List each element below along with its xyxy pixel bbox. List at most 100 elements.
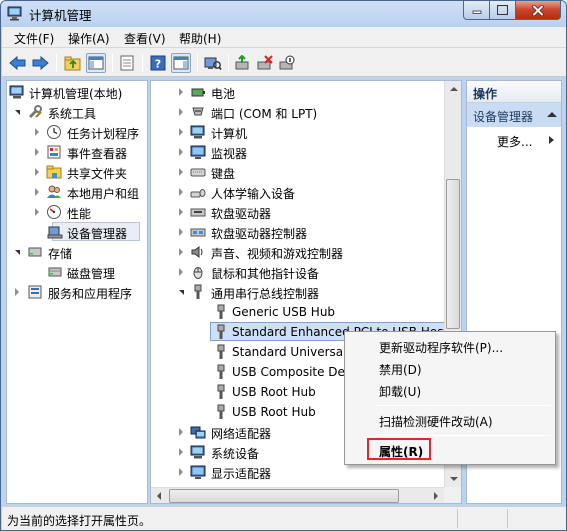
menu-bar: 文件(F) 操作(A) 查看(V) 帮助(H) <box>2 27 566 48</box>
scroll-right-icon[interactable] <box>434 492 438 500</box>
sound-icon <box>191 246 203 258</box>
expand-arrow-icon[interactable] <box>179 228 183 236</box>
expand-arrow-icon[interactable] <box>179 168 183 176</box>
scroll-down-icon[interactable] <box>450 477 458 481</box>
show-hide-tree-button[interactable] <box>86 53 106 73</box>
uninstall-icon <box>257 55 273 70</box>
submenu-arrow-icon <box>549 136 554 144</box>
usb-icon <box>194 284 202 299</box>
computer-management-icon <box>7 6 22 21</box>
disable-device-button[interactable] <box>277 53 297 73</box>
toolbar: ? <box>2 48 566 77</box>
expand-arrow-icon[interactable] <box>35 148 39 156</box>
forward-arrow-icon <box>32 55 49 71</box>
usb-device-icon <box>217 324 225 339</box>
menu-view[interactable]: 查看(V) <box>124 30 166 47</box>
context-uninstall[interactable]: 卸载(U) <box>379 383 421 400</box>
show-action-pane-button[interactable] <box>171 53 191 73</box>
minimize-icon <box>464 1 489 19</box>
action-pane-icon <box>173 56 189 70</box>
menu-file[interactable]: 文件(F) <box>14 30 54 47</box>
more-actions-link[interactable]: 更多... <box>497 133 532 150</box>
maximize-icon <box>490 1 515 19</box>
minimize-button[interactable] <box>463 1 490 20</box>
help-button[interactable]: ? <box>148 53 168 73</box>
collapse-section-icon[interactable] <box>547 112 557 117</box>
expand-arrow-icon[interactable] <box>15 288 19 296</box>
expand-arrow-icon[interactable] <box>15 110 20 115</box>
vertical-scroll-thumb[interactable] <box>446 179 460 329</box>
actions-section-device-manager[interactable]: 设备管理器 <box>467 103 561 127</box>
expand-arrow-icon[interactable] <box>179 128 183 136</box>
status-text: 为当前的选择打开属性页。 <box>7 514 152 528</box>
menu-help[interactable]: 帮助(H) <box>179 30 221 47</box>
monitor-icon <box>190 145 206 159</box>
context-scan-hardware[interactable]: 扫描检测硬件改动(A) <box>379 413 493 430</box>
expand-arrow-icon[interactable] <box>179 188 183 196</box>
list-icon <box>120 55 134 71</box>
services-icon <box>28 285 42 299</box>
svg-text:?: ? <box>155 58 161 71</box>
folder-up-icon <box>64 56 81 71</box>
context-separator <box>375 405 551 406</box>
storage-icon <box>28 247 42 257</box>
expand-arrow-icon[interactable] <box>35 168 39 176</box>
expand-arrow-icon[interactable] <box>35 128 39 136</box>
context-properties[interactable]: 属性(R) <box>379 443 423 460</box>
device-manager-icon <box>47 226 63 239</box>
collapse-arrow-icon[interactable] <box>179 290 184 295</box>
horizontal-scroll-thumb[interactable] <box>169 489 399 503</box>
context-update-driver[interactable]: 更新驱动程序软件(P)... <box>379 339 503 356</box>
expand-arrow-icon[interactable] <box>15 250 20 255</box>
usb-device-icon <box>217 364 225 379</box>
expand-arrow-icon[interactable] <box>179 428 183 436</box>
expand-arrow-icon[interactable] <box>179 88 183 96</box>
computer-management-icon <box>9 85 24 99</box>
back-button[interactable] <box>8 53 28 73</box>
up-level-button[interactable] <box>63 53 83 73</box>
system-device-icon <box>190 445 205 459</box>
maximize-button[interactable] <box>490 1 516 20</box>
title-bar: 计算机管理 <box>1 1 566 27</box>
expand-arrow-icon[interactable] <box>179 108 183 116</box>
expand-arrow-icon[interactable] <box>179 148 183 156</box>
context-separator <box>375 435 551 436</box>
scroll-up-icon[interactable] <box>450 87 458 91</box>
computer-management-window: 计算机管理 文件(F) 操作(A) 查看(V) 帮助(H) ? 计算机管理(本地… <box>0 0 567 531</box>
help-icon: ? <box>150 55 166 71</box>
uninstall-button[interactable] <box>255 53 275 73</box>
actions-header: 操作 <box>467 81 561 103</box>
context-disable[interactable]: 禁用(D) <box>379 361 422 378</box>
expand-arrow-icon[interactable] <box>179 248 183 256</box>
back-arrow-icon <box>9 55 26 71</box>
tools-icon <box>28 105 42 119</box>
close-button[interactable] <box>516 1 561 20</box>
computer-icon <box>190 125 205 139</box>
expand-arrow-icon[interactable] <box>179 268 183 276</box>
console-tree-pane: 计算机管理(本地) 系统工具 任务计划程序 事件查看器 共享文件夹 本地用户和组 <box>6 80 148 504</box>
expand-arrow-icon[interactable] <box>35 188 39 196</box>
window-title: 计算机管理 <box>29 8 92 23</box>
expand-arrow-icon[interactable] <box>179 448 183 456</box>
shared-folder-icon <box>46 165 62 179</box>
keyboard-icon <box>190 168 206 177</box>
disable-device-icon <box>279 55 295 70</box>
update-driver-button[interactable] <box>233 53 253 73</box>
network-adapter-icon <box>190 426 206 439</box>
menu-action[interactable]: 操作(A) <box>68 30 110 47</box>
export-list-button[interactable] <box>117 53 137 73</box>
performance-icon <box>47 205 61 219</box>
scroll-left-icon[interactable] <box>157 492 161 500</box>
expand-arrow-icon[interactable] <box>179 208 183 216</box>
usb-device-icon <box>217 384 225 399</box>
usb-device-icon <box>217 344 225 359</box>
disk-icon <box>48 267 62 277</box>
expand-arrow-icon[interactable] <box>35 208 39 216</box>
expand-arrow-icon[interactable] <box>179 468 183 476</box>
forward-button[interactable] <box>30 53 50 73</box>
hid-icon <box>190 189 206 198</box>
floppy-icon <box>190 208 206 217</box>
horizontal-scrollbar[interactable] <box>151 487 444 503</box>
scan-hardware-button[interactable] <box>203 53 223 73</box>
usb-device-icon <box>217 304 225 319</box>
